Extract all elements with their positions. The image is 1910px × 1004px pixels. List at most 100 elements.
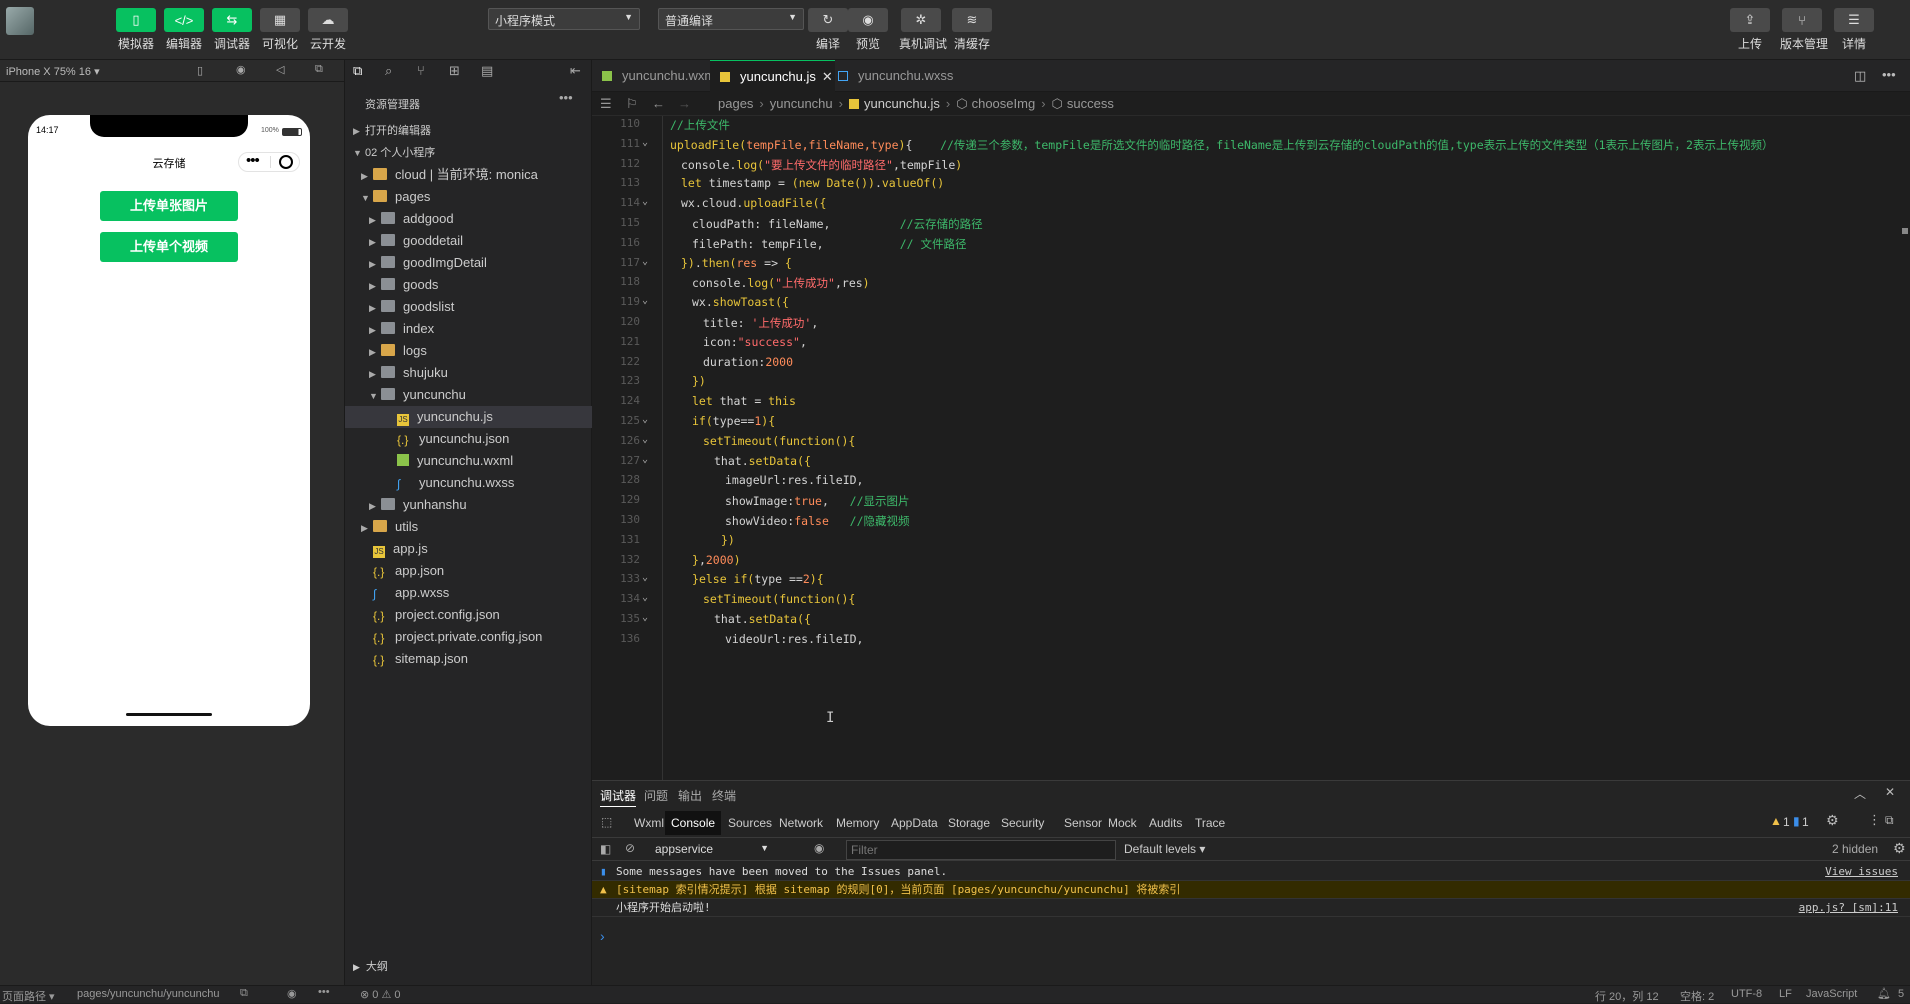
bell-icon[interactable]: 🔔︎: [1877, 987, 1891, 1000]
device-select[interactable]: iPhone X 75% 16 ▾: [6, 66, 100, 78]
tree-item[interactable]: yuncunchu.wxml: [385, 450, 513, 472]
tree-item[interactable]: ▶ logs: [369, 340, 427, 362]
tree-item[interactable]: JS yuncunchu.js: [345, 406, 592, 428]
inspect-icon[interactable]: ⬚: [601, 815, 612, 829]
toolbar-button-bug[interactable]: ✲ 真机调试: [899, 8, 947, 52]
open-editors-section[interactable]: ▶ 打开的编辑器: [353, 120, 431, 142]
editor-tab[interactable]: yuncunchu.wxss: [828, 60, 953, 92]
dock-icon[interactable]: ⧉: [1885, 813, 1894, 828]
devtools-tab[interactable]: Wxml: [628, 811, 670, 835]
close-miniprogram-icon[interactable]: [279, 155, 293, 169]
source-control-icon[interactable]: ⑂: [417, 63, 425, 78]
fold-chevron-icon[interactable]: ⌄: [642, 592, 648, 603]
panel-tab[interactable]: 输出: [678, 787, 702, 804]
tree-item[interactable]: ▶ shujuku: [369, 362, 448, 384]
back-icon[interactable]: ←: [652, 92, 665, 116]
fold-chevron-icon[interactable]: ⌄: [642, 414, 648, 425]
breadcrumb-item[interactable]: yuncunchu: [770, 96, 833, 111]
detach-icon[interactable]: ⧉: [315, 63, 323, 76]
tree-item[interactable]: {.} yuncunchu.json: [385, 428, 509, 450]
fold-chevron-icon[interactable]: ⌄: [642, 196, 648, 207]
tree-item[interactable]: ▶ utils: [361, 516, 418, 538]
toolbar-button-code[interactable]: </> 编辑器: [162, 8, 206, 52]
more-icon[interactable]: •••: [1882, 67, 1896, 82]
tree-item[interactable]: {.} app.json: [361, 560, 444, 582]
compile-select[interactable]: 普通编译 ▼: [658, 8, 804, 30]
more-icon[interactable]: •••: [559, 90, 573, 105]
context-select[interactable]: appservice ▼: [647, 840, 775, 858]
console-prompt[interactable]: ›: [600, 928, 605, 944]
devtools-tab[interactable]: Trace: [1189, 811, 1231, 835]
devtools-tab[interactable]: AppData: [885, 811, 944, 835]
devtools-tab[interactable]: Sources: [722, 811, 778, 835]
eye-icon[interactable]: ◉: [814, 841, 824, 855]
mode-select[interactable]: 小程序模式 ▼: [488, 8, 640, 30]
panel-tab[interactable]: 调试器: [600, 787, 637, 807]
toolbar-button-menu[interactable]: ☰ 详情: [1832, 8, 1876, 52]
tree-item[interactable]: ∫ app.wxss: [361, 582, 449, 604]
devtools-tab[interactable]: Security: [995, 811, 1050, 835]
tree-item[interactable]: ▼ pages: [361, 186, 430, 208]
tree-item[interactable]: {.} sitemap.json: [361, 648, 468, 670]
toolbar-button-layers[interactable]: ≋ 清缓存: [950, 8, 994, 52]
fold-chevron-icon[interactable]: ⌄: [642, 434, 648, 445]
outline-section[interactable]: ▶ 大纲: [353, 958, 388, 974]
maximize-panel-icon[interactable]: ︿: [1854, 785, 1866, 802]
list-icon[interactable]: ☰: [600, 92, 612, 116]
panel-tab[interactable]: 问题: [644, 787, 668, 804]
more-icon[interactable]: •••: [318, 986, 330, 998]
toolbar-button-eye[interactable]: ◉ 预览: [846, 8, 890, 52]
toolbar-button-refresh[interactable]: ↻ 编译: [806, 8, 850, 52]
fold-chevron-icon[interactable]: ⌄: [642, 612, 648, 623]
eye-icon[interactable]: ◉: [287, 987, 297, 1000]
search-icon[interactable]: ⌕: [385, 63, 392, 79]
page-path-label[interactable]: 页面路径 ▾: [2, 988, 55, 1004]
fold-chevron-icon[interactable]: ⌄: [642, 256, 648, 267]
line-ending[interactable]: LF: [1779, 988, 1792, 1000]
warning-count[interactable]: 1: [1783, 815, 1790, 829]
upload-image-button[interactable]: 上传单张图片: [100, 191, 238, 221]
breadcrumb-item[interactable]: chooseImg: [972, 96, 1036, 111]
sidebar-toggle-icon[interactable]: ◧: [600, 842, 611, 856]
editor-tab[interactable]: yuncunchu.js ✕: [710, 60, 835, 92]
upload-video-button[interactable]: 上传单个视频: [100, 232, 238, 262]
split-editor-icon[interactable]: ◫: [1854, 68, 1866, 84]
clear-console-icon[interactable]: ⊘: [625, 841, 635, 855]
fold-chevron-icon[interactable]: ⌄: [642, 572, 648, 583]
capsule-button[interactable]: •••: [238, 152, 300, 172]
tree-item[interactable]: {.} project.private.config.json: [361, 626, 542, 648]
tree-item[interactable]: ▶ cloud | 当前环境: monica: [361, 164, 538, 186]
record-icon[interactable]: ◉: [236, 63, 246, 76]
console-filter-input[interactable]: [846, 840, 1116, 860]
bookmark-icon[interactable]: ⚐: [626, 92, 638, 116]
devtools-tab[interactable]: Memory: [830, 811, 885, 835]
problems-status[interactable]: ⊗ 0 ⚠ 0: [360, 988, 400, 1001]
code-area[interactable]: 110//上传文件 111 ⌄ uploadFile(tempFile,fileNam…: [592, 116, 1910, 780]
tree-item[interactable]: {.} project.config.json: [361, 604, 500, 626]
devtools-tab[interactable]: Audits: [1143, 811, 1188, 835]
editor-tab[interactable]: yuncunchu.wxml: [592, 60, 718, 92]
info-count[interactable]: 1: [1802, 815, 1809, 829]
kebab-menu-icon[interactable]: ⋮: [1868, 812, 1881, 828]
fold-chevron-icon[interactable]: ⌄: [642, 454, 648, 465]
tree-item[interactable]: ▶ index: [369, 318, 434, 340]
tree-item[interactable]: ∫ yuncunchu.wxss: [385, 472, 514, 494]
toolbar-button-debug[interactable]: ⇆ 调试器: [210, 8, 254, 52]
devtools-tab[interactable]: Mock: [1102, 811, 1143, 835]
log-levels-select[interactable]: Default levels ▾: [1124, 842, 1205, 856]
toolbar-button-layout[interactable]: ▦ 可视化: [258, 8, 302, 52]
toolbar-button-phone[interactable]: ▯ 模拟器: [114, 8, 158, 52]
breadcrumb-item[interactable]: pages: [718, 96, 753, 111]
tree-item[interactable]: ▼ yuncunchu: [369, 384, 466, 406]
tree-item[interactable]: ▶ goodImgDetail: [369, 252, 487, 274]
cursor-position[interactable]: 行 20，列 12: [1595, 988, 1659, 1004]
forward-icon[interactable]: →: [678, 92, 691, 116]
console-message-link[interactable]: app.js? [sm]:11: [1799, 899, 1898, 917]
devtools-tab[interactable]: Sensor: [1058, 811, 1108, 835]
toolbar-button-upload[interactable]: ⇪ 上传: [1728, 8, 1772, 52]
tree-item[interactable]: ▶ gooddetail: [369, 230, 463, 252]
tree-item[interactable]: ▶ goods: [369, 274, 438, 296]
toolbar-button-branch[interactable]: ⑂ 版本管理: [1780, 8, 1828, 52]
breadcrumb-item[interactable]: success: [1067, 96, 1114, 111]
fold-chevron-icon[interactable]: ⌄: [642, 295, 648, 306]
